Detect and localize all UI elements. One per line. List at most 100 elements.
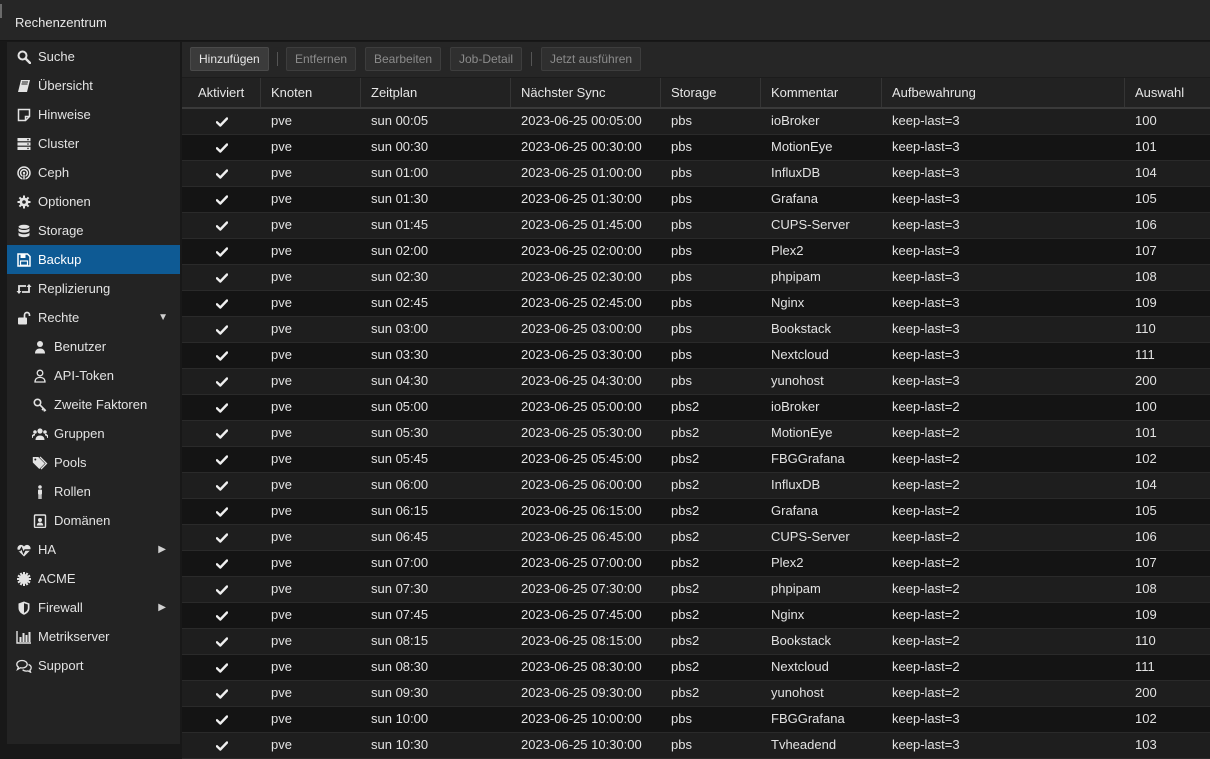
node-cell: pve [271, 451, 292, 466]
table-row[interactable]: pve sun 05:00 2023-06-25 05:00:00 pbs2 ioBro… [182, 395, 1210, 421]
caret-right-icon[interactable]: ▶ [158, 593, 166, 622]
retention-cell: keep-last=2 [892, 659, 960, 674]
enabled-cell [182, 369, 261, 394]
column-header-selection[interactable]: Auswahl [1125, 78, 1210, 107]
table-row[interactable]: pve sun 06:45 2023-06-25 06:45:00 pbs2 CUPS-… [182, 525, 1210, 551]
table-row[interactable]: pve sun 09:30 2023-06-25 09:30:00 pbs2 yunoh… [182, 681, 1210, 707]
sidebar-item-benutzer[interactable]: Benutzer [7, 332, 180, 361]
sidebar-item-support[interactable]: Support [7, 651, 180, 680]
schedule-cell: sun 00:30 [371, 139, 429, 154]
column-header-next-sync[interactable]: Nächster Sync [511, 78, 661, 107]
sidebar-item-firewall[interactable]: Firewall ▶ [7, 593, 180, 622]
table-row[interactable]: pve sun 00:05 2023-06-25 00:05:00 pbs ioBrok… [182, 109, 1210, 135]
sidebar-item-domänen[interactable]: Domänen [7, 506, 180, 535]
remove-button[interactable]: Entfernen [286, 47, 357, 71]
table-row[interactable]: pve sun 01:45 2023-06-25 01:45:00 pbs CUPS-S… [182, 213, 1210, 239]
sidebar-item-backup[interactable]: Backup [7, 245, 180, 274]
schedule-cell: sun 02:45 [371, 295, 429, 310]
next-sync-cell: 2023-06-25 00:05:00 [521, 113, 642, 128]
comment-cell: ioBroker [771, 399, 820, 414]
title-bar: Rechenzentrum [0, 0, 1210, 41]
id-card-icon [32, 506, 48, 535]
schedule-cell: sun 02:30 [371, 269, 429, 284]
node-cell: pve [271, 737, 292, 752]
schedule-cell: sun 05:45 [371, 451, 429, 466]
sidebar-item-rechte[interactable]: Rechte ▼ [7, 303, 180, 332]
caret-right-icon[interactable]: ▶ [158, 535, 166, 564]
sidebar-item-gruppen[interactable]: Gruppen [7, 419, 180, 448]
sidebar-item-übersicht[interactable]: Übersicht [7, 71, 180, 100]
node-cell: pve [271, 295, 292, 310]
node-cell: pve [271, 269, 292, 284]
enabled-cell [182, 473, 261, 498]
table-row[interactable]: pve sun 02:00 2023-06-25 02:00:00 pbs Plex2 k… [182, 239, 1210, 265]
schedule-cell: sun 01:45 [371, 217, 429, 232]
comment-cell: phpipam [771, 581, 821, 596]
add-button[interactable]: Hinzufügen [190, 47, 269, 71]
column-header-schedule[interactable]: Zeitplan [361, 78, 511, 107]
sidebar-item-rollen[interactable]: Rollen [7, 477, 180, 506]
table-row[interactable]: pve sun 05:30 2023-06-25 05:30:00 pbs2 Motio… [182, 421, 1210, 447]
sidebar-item-ha[interactable]: HA ▶ [7, 535, 180, 564]
sidebar-item-zweite-faktoren[interactable]: Zweite Faktoren [7, 390, 180, 419]
node-cell: pve [271, 217, 292, 232]
next-sync-cell: 2023-06-25 10:00:00 [521, 711, 642, 726]
retention-cell: keep-last=3 [892, 165, 960, 180]
next-sync-cell: 2023-06-25 04:30:00 [521, 373, 642, 388]
table-row[interactable]: pve sun 01:30 2023-06-25 01:30:00 pbs Grafan… [182, 187, 1210, 213]
check-icon [215, 402, 228, 413]
caret-down-icon[interactable]: ▼ [158, 303, 168, 332]
retweet-icon [16, 274, 32, 303]
sidebar-item-api-token[interactable]: API-Token [7, 361, 180, 390]
gear-icon [16, 187, 32, 216]
table-row[interactable]: pve sun 07:30 2023-06-25 07:30:00 pbs2 phpip… [182, 577, 1210, 603]
table-row[interactable]: pve sun 08:30 2023-06-25 08:30:00 pbs2 Nextc… [182, 655, 1210, 681]
sidebar-item-suche[interactable]: Suche [7, 42, 180, 71]
sidebar-item-replizierung[interactable]: Replizierung [7, 274, 180, 303]
sidebar-item-cluster[interactable]: Cluster [7, 129, 180, 158]
edit-button[interactable]: Bearbeiten [365, 47, 442, 71]
sidebar-item-label: Übersicht [38, 78, 93, 93]
column-header-enabled[interactable]: Aktiviert [182, 78, 261, 107]
table-row[interactable]: pve sun 01:00 2023-06-25 01:00:00 pbs Influx… [182, 161, 1210, 187]
enabled-cell [182, 707, 261, 732]
sidebar-item-metrikserver[interactable]: Metrikserver [7, 622, 180, 651]
table-row[interactable]: pve sun 02:30 2023-06-25 02:30:00 pbs phpipa… [182, 265, 1210, 291]
selection-cell: 105 [1135, 191, 1157, 206]
sidebar-item-ceph[interactable]: Ceph [7, 158, 180, 187]
table-row[interactable]: pve sun 06:00 2023-06-25 06:00:00 pbs2 Influ… [182, 473, 1210, 499]
column-header-comment[interactable]: Kommentar [761, 78, 882, 107]
sidebar-item-hinweise[interactable]: Hinweise [7, 100, 180, 129]
table-row[interactable]: pve sun 08:15 2023-06-25 08:15:00 pbs2 Books… [182, 629, 1210, 655]
sidebar-item-pools[interactable]: Pools [7, 448, 180, 477]
table-row[interactable]: pve sun 07:45 2023-06-25 07:45:00 pbs2 Nginx… [182, 603, 1210, 629]
table-row[interactable]: pve sun 03:00 2023-06-25 03:00:00 pbs Bookst… [182, 317, 1210, 343]
storage-cell: pbs [671, 191, 692, 206]
table-row[interactable]: pve sun 07:00 2023-06-25 07:00:00 pbs2 Plex2… [182, 551, 1210, 577]
table-row[interactable]: pve sun 00:30 2023-06-25 00:30:00 pbs Motion… [182, 135, 1210, 161]
sidebar-item-optionen[interactable]: Optionen [7, 187, 180, 216]
retention-cell: keep-last=3 [892, 347, 960, 362]
schedule-cell: sun 02:00 [371, 243, 429, 258]
table-row[interactable]: pve sun 03:30 2023-06-25 03:30:00 pbs Nextcl… [182, 343, 1210, 369]
column-header-retention[interactable]: Aufbewahrung [882, 78, 1125, 107]
column-header-node[interactable]: Knoten [261, 78, 361, 107]
tags-icon [32, 448, 48, 477]
node-cell: pve [271, 165, 292, 180]
sidebar-item-storage[interactable]: Storage [7, 216, 180, 245]
check-icon [215, 376, 228, 387]
table-row[interactable]: pve sun 10:00 2023-06-25 10:00:00 pbs FBGGra… [182, 707, 1210, 733]
table-row[interactable]: pve sun 06:15 2023-06-25 06:15:00 pbs2 Grafa… [182, 499, 1210, 525]
selection-cell: 111 [1135, 659, 1155, 674]
column-header-storage[interactable]: Storage [661, 78, 761, 107]
run-now-button[interactable]: Jetzt ausführen [541, 47, 642, 71]
job-detail-button[interactable]: Job-Detail [450, 47, 523, 71]
sidebar-item-acme[interactable]: ACME [7, 564, 180, 593]
comment-cell: Plex2 [771, 555, 804, 570]
table-row[interactable]: pve sun 04:30 2023-06-25 04:30:00 pbs yunoho… [182, 369, 1210, 395]
table-row[interactable]: pve sun 05:45 2023-06-25 05:45:00 pbs2 FBGGr… [182, 447, 1210, 473]
storage-cell: pbs [671, 711, 692, 726]
table-row[interactable]: pve sun 10:30 2023-06-25 10:30:00 pbs Tvhead… [182, 733, 1210, 759]
retention-cell: keep-last=2 [892, 581, 960, 596]
table-row[interactable]: pve sun 02:45 2023-06-25 02:45:00 pbs Nginx k… [182, 291, 1210, 317]
